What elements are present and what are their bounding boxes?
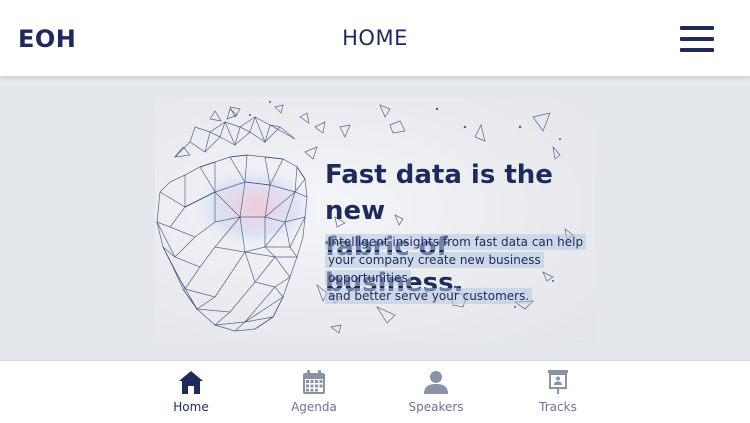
top-bar: EOH HOME: [0, 0, 750, 76]
nav-item-speakers[interactable]: Speakers: [396, 369, 476, 414]
nav-item-home[interactable]: Home: [151, 369, 231, 414]
subtext-line-1: Intelligent insights from fast data can …: [325, 234, 587, 250]
nav-label-tracks: Tracks: [539, 400, 577, 414]
hamburger-menu-icon[interactable]: [680, 26, 714, 52]
subtext-line-3: and better serve your customers.: [325, 288, 533, 304]
home-icon: [179, 371, 203, 394]
nav-label-agenda: Agenda: [291, 400, 337, 414]
nav-label-speakers: Speakers: [408, 400, 464, 414]
presentation-board-icon: [548, 370, 568, 394]
nav-item-agenda[interactable]: Agenda: [274, 369, 354, 414]
nav-label-home: Home: [173, 400, 209, 414]
nav-item-tracks[interactable]: Tracks: [518, 369, 598, 414]
subtext-line-2: your company create new business opportu…: [325, 252, 544, 286]
bottom-navigation: Home Agenda Speakers Tracks: [0, 360, 750, 423]
calendar-icon: [303, 370, 325, 394]
person-icon: [424, 371, 448, 394]
page-title: HOME: [342, 26, 408, 50]
banner-subtext: Intelligent insights from fast data can …: [325, 233, 595, 305]
hero-banner[interactable]: Fast data is the new fabric of business.…: [155, 97, 595, 343]
headline-line-1: Fast data is the new: [325, 160, 553, 226]
